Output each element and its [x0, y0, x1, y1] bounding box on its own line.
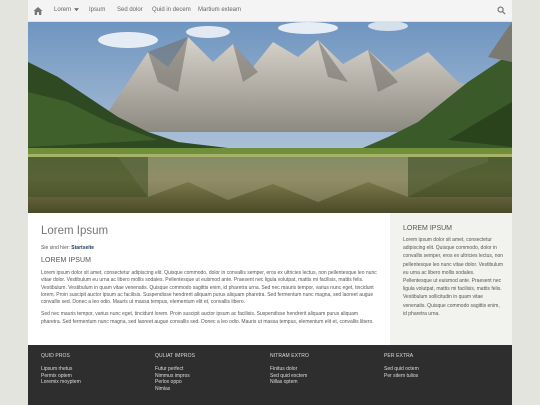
sidebar-heading: LOREM IPSUM — [403, 225, 453, 232]
footer-link[interactable]: Nimlas — [155, 386, 265, 393]
breadcrumb: Sie sind hier: Startseite — [41, 245, 378, 251]
search-icon[interactable] — [497, 6, 506, 15]
home-icon[interactable] — [33, 6, 43, 16]
main-content: Lorem Ipsum Sie sind hier: Startseite LO… — [28, 213, 390, 345]
top-navigation: Lorem Ipsum Sed dolor Quid in decem Mart… — [28, 0, 512, 22]
footer-column: PER EXTRA Sed quid octem Per sitem tulio… — [384, 353, 494, 379]
section-heading: LOREM IPSUM — [41, 257, 92, 264]
footer-heading: PER EXTRA — [384, 353, 414, 359]
footer-link[interactable]: Loremix moyptem — [41, 379, 151, 386]
paragraph: Lorem ipsum dolor sit amet, consectetur … — [41, 270, 377, 306]
caret-down-icon[interactable] — [74, 7, 79, 12]
paragraph: Sed nec mauris tempor, varius nunc eget,… — [41, 311, 374, 325]
page-title: Lorem Ipsum — [41, 225, 109, 237]
footer-heading: QULIAT IMPROS — [155, 353, 196, 359]
nav-item-ipsum[interactable]: Ipsum — [89, 7, 105, 13]
sidebar-text: Lorem ipsum dolor sit amet, consectetur … — [403, 237, 504, 317]
breadcrumb-current[interactable]: Startseite — [71, 245, 94, 251]
mountain-lake-photo — [28, 22, 512, 213]
footer-heading: NITRAM EXTRO — [270, 353, 309, 359]
footer-link[interactable]: Nillas optem — [270, 379, 380, 386]
footer-link[interactable]: Per sitem tulios — [384, 373, 494, 380]
hero-image — [28, 22, 512, 213]
nav-item-lorem[interactable]: Lorem — [54, 7, 71, 13]
sidebar: LOREM IPSUM Lorem ipsum dolor sit amet, … — [390, 213, 512, 345]
breadcrumb-prefix: Sie sind hier: — [41, 245, 70, 251]
footer-column: QULIAT IMPROS Futur perfect Nimmus impro… — [155, 353, 265, 392]
nav-item-sed-dolor[interactable]: Sed dolor — [117, 7, 143, 13]
nav-item-martium-exteam[interactable]: Martium exteam — [198, 7, 241, 13]
page: Lorem Ipsum Sed dolor Quid in decem Mart… — [28, 0, 512, 405]
footer-heading: QUID PROS — [41, 353, 70, 359]
footer: QUID PROS Lipsum rhetus Permix optem Lor… — [28, 345, 512, 405]
footer-column: NITRAM EXTRO Finitus dolor Sed quid exct… — [270, 353, 380, 386]
nav-item-quid-in-decem[interactable]: Quid in decem — [152, 7, 191, 13]
footer-column: QUID PROS Lipsum rhetus Permix optem Lor… — [41, 353, 151, 386]
